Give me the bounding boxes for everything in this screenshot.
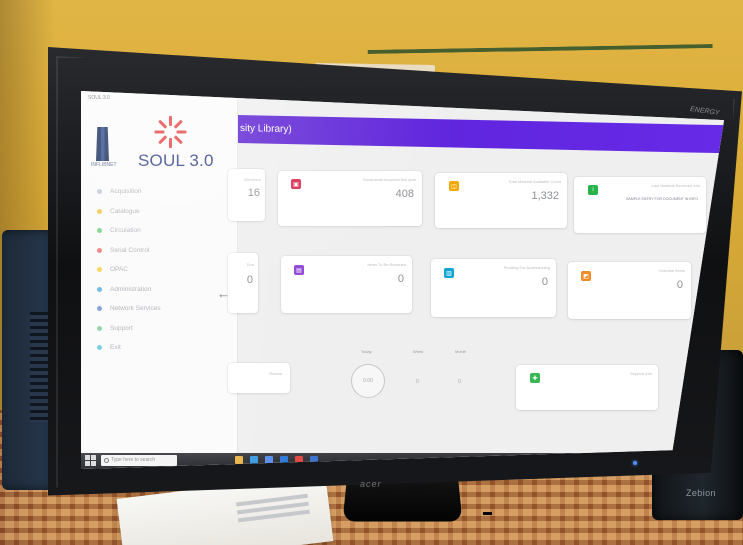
sidebar-item-label: Acquisition [110,188,142,196]
accession-icon: ▥ [444,268,454,278]
card-value: 408 [395,188,414,200]
stat-week-value: 0 [416,379,419,385]
dashboard-main: sity Library) Members 16 ▣ Documents Acq… [228,91,724,469]
stat-label-week: Week [413,349,424,354]
cable-end [483,512,492,515]
card-label: Items To Be Returned [367,262,406,267]
card-label: Recent [269,371,282,376]
speaker-brand: Zebion [686,488,716,498]
members-card[interactable]: Members 16 [228,169,265,221]
card-label: Overdue Items [658,268,685,273]
due-card[interactable]: Due 0 [228,253,258,313]
sidebar-item-opac[interactable]: OPAC [97,260,237,280]
card-value: 1,332 [531,190,559,202]
circulation-stats: Today Week Month 0.00 0 0 [343,349,483,411]
recent-card[interactable]: Recent [228,363,290,393]
administration-icon [97,286,102,292]
stat-month-value: 0 [458,379,461,385]
return-icon: ▤ [294,265,304,275]
stat-label-today: Today [361,349,372,354]
sidebar-item-label: Serial Control [110,246,150,254]
support-info-card[interactable]: ✚ Support Info [516,365,658,410]
card-label: Due [246,262,254,267]
sidebar-item-exit[interactable]: Exit [97,338,237,358]
sidebar-item-catalogue[interactable]: Catalogue [97,202,237,222]
sidebar-item-support[interactable]: Support [97,319,237,339]
page-title: sity Library) [240,123,292,136]
circulation-icon [97,228,102,234]
file-explorer-icon[interactable] [235,456,243,464]
overdue-icon: ◩ [581,271,591,281]
card-label: Support Info [630,371,652,376]
edge-icon[interactable] [250,456,258,464]
app-brand: SOUL 3.0 [138,151,214,170]
card-label: Documents Acquired this year [362,177,416,182]
monitor-screen: SOUL 3.0 INFLIBNET SOUL 3.0 Acquisition [81,91,724,469]
sidebar-item-administration[interactable]: Administration [97,280,237,300]
windows-start-icon[interactable] [85,455,96,466]
card-label: Pending For Accessioning [503,265,550,270]
soul-burst-icon [153,115,187,149]
material-available-card[interactable]: ◫ Total Material Available Count 1,332 [435,173,567,228]
sidebar-item-network-services[interactable]: Network Services [97,299,237,319]
card-value: 0 [246,274,253,286]
serial-control-icon [97,247,102,253]
card-label: Total Material Available Count [508,179,561,184]
documents-acquired-card[interactable]: ▣ Documents Acquired this year 408 [278,171,422,226]
sidebar-navigation: Acquisition Catalogue Circulation Serial… [97,182,237,358]
sidebar-item-circulation[interactable]: Circulation [97,221,237,241]
card-label: Members [244,177,261,182]
exit-icon [97,345,102,351]
catalogue-icon [97,208,102,214]
pending-accessioning-card[interactable]: ▥ Pending For Accessioning 0 [431,259,556,317]
document-icon: ▣ [291,179,301,189]
card-text: SAMPLE ENTRY FOR DOCUMENT IN INFO [625,197,698,201]
library-logo-icon [96,127,109,161]
sidebar-item-label: OPAC [110,266,128,274]
sidebar-item-acquisition[interactable]: Acquisition [97,182,237,202]
taskbar-search-input[interactable]: Type here to search [101,455,177,466]
sidebar-item-serial-control[interactable]: Serial Control [97,241,237,261]
sidebar-item-label: Support [110,324,133,332]
app-header: sity Library) [238,115,724,154]
items-to-be-returned-card[interactable]: ▤ Items To Be Returned 0 [281,256,412,313]
stat-label-month: Month [455,349,467,354]
sidebar-item-label: Administration [110,285,152,293]
info-icon: i [588,185,598,195]
overdue-items-card[interactable]: ◩ Overdue Items 0 [568,262,691,319]
archive-icon: ◫ [449,181,459,191]
opac-icon [97,267,102,273]
store-icon[interactable] [265,456,273,464]
app-sidebar: SOUL 3.0 INFLIBNET SOUL 3.0 Acquisition [81,91,238,469]
card-value: 0 [541,276,548,288]
sidebar-item-label: Catalogue [110,207,140,215]
card-value: 16 [247,187,260,199]
card-label: Last Material Received Info [651,183,700,188]
sidebar-item-label: Exit [110,344,121,352]
power-led [633,461,637,465]
last-material-info-card[interactable]: i Last Material Received Info SAMPLE ENT… [574,177,706,233]
card-value: 0 [397,273,404,285]
support-icon [97,325,102,331]
card-value: 0 [676,279,683,291]
network-services-icon [97,306,102,312]
sidebar-caption: SOUL 3.0 [88,95,110,101]
stat-circle: 0.00 [351,364,385,398]
support-icon: ✚ [530,373,540,383]
monitor-brand-logo: acer [360,479,382,489]
photo-scene: Zebion SOUL 3.0 INFLIBNET SOUL 3.0 Acqui… [0,0,743,545]
sidebar-item-label: Network Services [110,305,161,313]
logo-caption: INFLIBNET [91,162,117,168]
acquisition-icon [97,189,102,195]
sidebar-item-label: Circulation [110,227,141,235]
